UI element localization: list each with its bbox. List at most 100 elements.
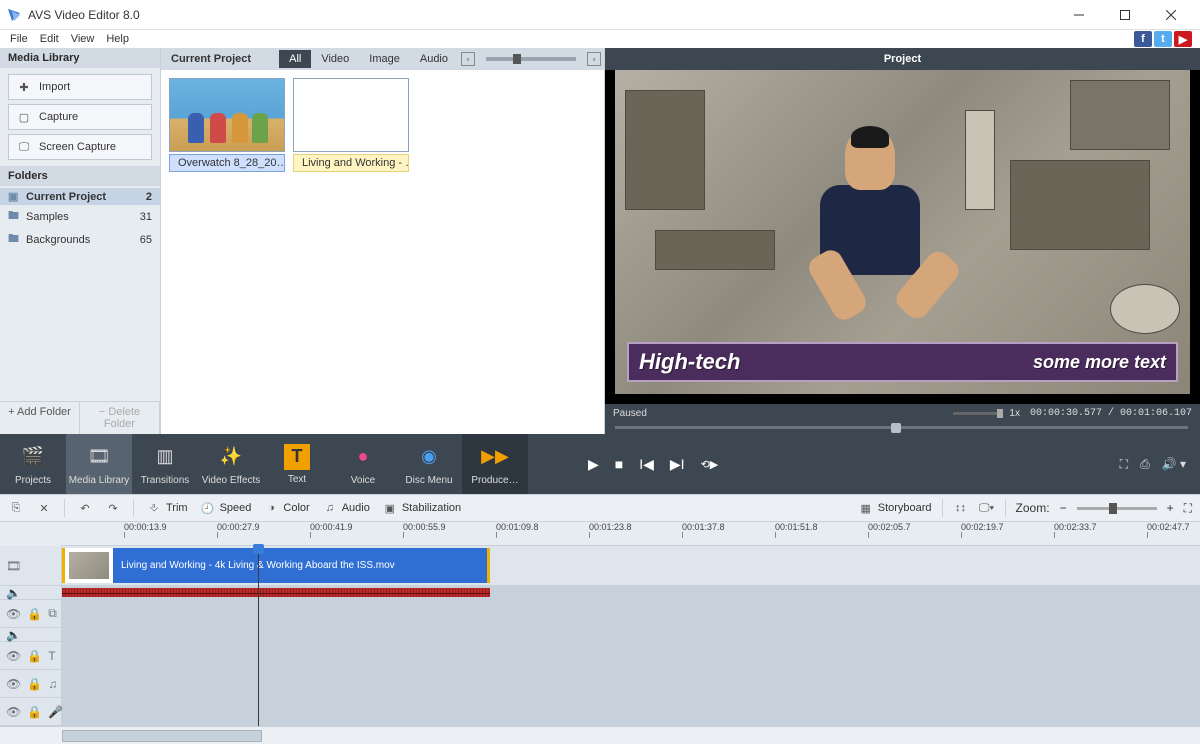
folder-backgrounds[interactable]: 🖿 Backgrounds 65 — [0, 228, 160, 251]
minimize-button[interactable] — [1056, 0, 1102, 30]
snapshot-icon[interactable]: ⎙ — [1140, 457, 1150, 472]
facebook-icon[interactable]: f — [1134, 31, 1152, 47]
tick: 00:02:19.7 — [961, 522, 1004, 532]
seek-knob[interactable] — [891, 423, 901, 433]
media-library-button[interactable]: 🎞Media Library — [66, 434, 132, 494]
mic-icon: ● — [349, 443, 377, 471]
menu-help[interactable]: Help — [100, 32, 135, 46]
zoom-in-button[interactable]: + — [1167, 501, 1174, 515]
video-track[interactable]: 🎞 Living and Working - 4k Living & Worki… — [0, 546, 1200, 586]
delete-button[interactable]: ✕ — [36, 500, 52, 516]
disc-menu-button[interactable]: ◉Disc Menu — [396, 434, 462, 494]
scrollbar-thumb[interactable] — [62, 730, 262, 742]
zoom-out-button[interactable]: − — [1060, 501, 1067, 515]
screen-capture-button[interactable]: 🖵 Screen Capture — [8, 134, 152, 160]
eye-icon[interactable]: 👁 — [6, 705, 21, 719]
eye-icon[interactable]: 👁 — [6, 677, 21, 691]
audio-button[interactable]: ♫Audio — [322, 500, 370, 516]
menu-file[interactable]: File — [4, 32, 34, 46]
media-item[interactable]: Living and Working - … — [293, 78, 409, 172]
menu-edit[interactable]: Edit — [34, 32, 65, 46]
music-track[interactable]: 👁 🔒 ♫ — [0, 670, 1200, 698]
caption-right: some more text — [1033, 352, 1166, 373]
transitions-button[interactable]: ▥Transitions — [132, 434, 198, 494]
close-button[interactable] — [1148, 0, 1194, 30]
tick: 00:01:23.8 — [589, 522, 632, 532]
delete-folder-button[interactable]: − Delete Folder — [80, 402, 160, 434]
screen-capture-label: Screen Capture — [39, 141, 116, 153]
filter-image[interactable]: Image — [359, 50, 410, 68]
timeline-scrollbar[interactable] — [0, 726, 1200, 744]
video-clip[interactable]: Living and Working - 4k Living & Working… — [62, 548, 490, 583]
seek-bar[interactable] — [605, 422, 1200, 434]
eye-icon[interactable]: 👁 — [6, 607, 21, 621]
media-item[interactable]: Overwatch 8_28_20… — [169, 78, 285, 172]
volume-icon[interactable]: 🔊 ▾ — [1162, 457, 1186, 472]
clock-icon: 🕘 — [200, 500, 216, 516]
lock-icon[interactable]: 🔒 — [27, 607, 42, 621]
thumb-small-icon[interactable]: ▫ — [461, 52, 475, 66]
undo-button[interactable]: ↶ — [77, 500, 93, 516]
produce-button[interactable]: ▶▶Produce… — [462, 434, 528, 494]
zoom-fit-button[interactable]: ⛶ — [1184, 501, 1192, 516]
storyboard-button[interactable]: ▦Storyboard — [858, 500, 932, 516]
voice-button[interactable]: ●Voice — [330, 434, 396, 494]
folder-current-project[interactable]: ▣ Current Project 2 — [0, 188, 160, 205]
play-button[interactable]: ▶ — [588, 456, 599, 473]
redo-button[interactable]: ↷ — [105, 500, 121, 516]
overlay-audio-track[interactable]: 🔈 — [0, 628, 1200, 642]
time-ruler[interactable]: 00:00:13.9 00:00:27.9 00:00:41.9 00:00:5… — [62, 522, 1200, 546]
add-folder-button[interactable]: + Add Folder — [0, 402, 80, 434]
thumb-size-slider[interactable] — [486, 57, 576, 61]
mixer-button[interactable]: ↕↕ — [953, 500, 969, 516]
track-header: 👁 🔒 ♫ — [0, 670, 62, 697]
video-effects-button[interactable]: ✨Video Effects — [198, 434, 264, 494]
import-button[interactable]: ✚Import — [8, 74, 152, 100]
speed-button[interactable]: 🕘Speed — [200, 500, 252, 516]
speed-slider[interactable] — [953, 412, 1003, 415]
plus-icon: ✚ — [17, 81, 31, 94]
lock-icon[interactable]: 🔒 — [27, 677, 42, 691]
clapper-icon: 🎬 — [19, 443, 47, 471]
preview-video[interactable]: High-tech some more text — [615, 70, 1190, 394]
lock-icon[interactable]: 🔒 — [27, 649, 42, 663]
projects-button[interactable]: 🎬Projects — [0, 434, 66, 494]
audio-sub-track[interactable]: 🔈 — [0, 586, 1200, 600]
transitions-icon: ▥ — [151, 443, 179, 471]
menu-view[interactable]: View — [65, 32, 101, 46]
loop-button[interactable]: ⟲▶ — [701, 458, 719, 471]
view-button[interactable]: 🖵▾ — [979, 500, 995, 516]
folder-samples[interactable]: 🖿 Samples 31 — [0, 205, 160, 228]
track-header: 🎞 — [0, 546, 62, 585]
folder-icon: 🖿 — [8, 207, 22, 226]
zoom-slider[interactable] — [1077, 507, 1157, 510]
filter-all[interactable]: All — [279, 50, 311, 68]
track-header: 👁🔒🎤 — [0, 698, 62, 725]
thumb-large-icon[interactable]: ▫ — [587, 52, 601, 66]
prev-button[interactable]: I◀ — [639, 456, 654, 473]
audio-clip[interactable] — [62, 588, 490, 597]
screen-icon: 🖵 — [17, 141, 31, 154]
playhead[interactable] — [258, 546, 259, 726]
text-track[interactable]: 👁🔒T — [0, 642, 1200, 670]
twitter-icon[interactable]: t — [1154, 31, 1172, 47]
voice-track[interactable]: 👁🔒🎤 — [0, 698, 1200, 726]
filter-video[interactable]: Video — [311, 50, 359, 68]
copy-button[interactable]: ⎘ — [8, 500, 24, 516]
text-button[interactable]: TText — [264, 434, 330, 494]
overlay-track[interactable]: 👁🔒⧉ — [0, 600, 1200, 628]
filter-audio[interactable]: Audio — [410, 50, 458, 68]
color-button[interactable]: ◑Color — [263, 500, 309, 516]
stabilization-button[interactable]: ▣Stabilization — [382, 500, 461, 516]
fullscreen-icon[interactable]: ⛶ — [1120, 457, 1128, 472]
eye-icon[interactable]: 👁 — [6, 649, 21, 663]
trim-button[interactable]: ⎀Trim — [146, 500, 188, 516]
lock-icon[interactable]: 🔒 — [27, 705, 42, 719]
maximize-button[interactable] — [1102, 0, 1148, 30]
capture-button[interactable]: ▢Capture — [8, 104, 152, 130]
youtube-icon[interactable]: ▶ — [1174, 31, 1192, 47]
camera-icon: ▣ — [382, 500, 398, 516]
note-icon: ♫ — [48, 677, 57, 691]
stop-button[interactable]: ■ — [615, 456, 623, 472]
next-button[interactable]: ▶I — [670, 456, 685, 473]
